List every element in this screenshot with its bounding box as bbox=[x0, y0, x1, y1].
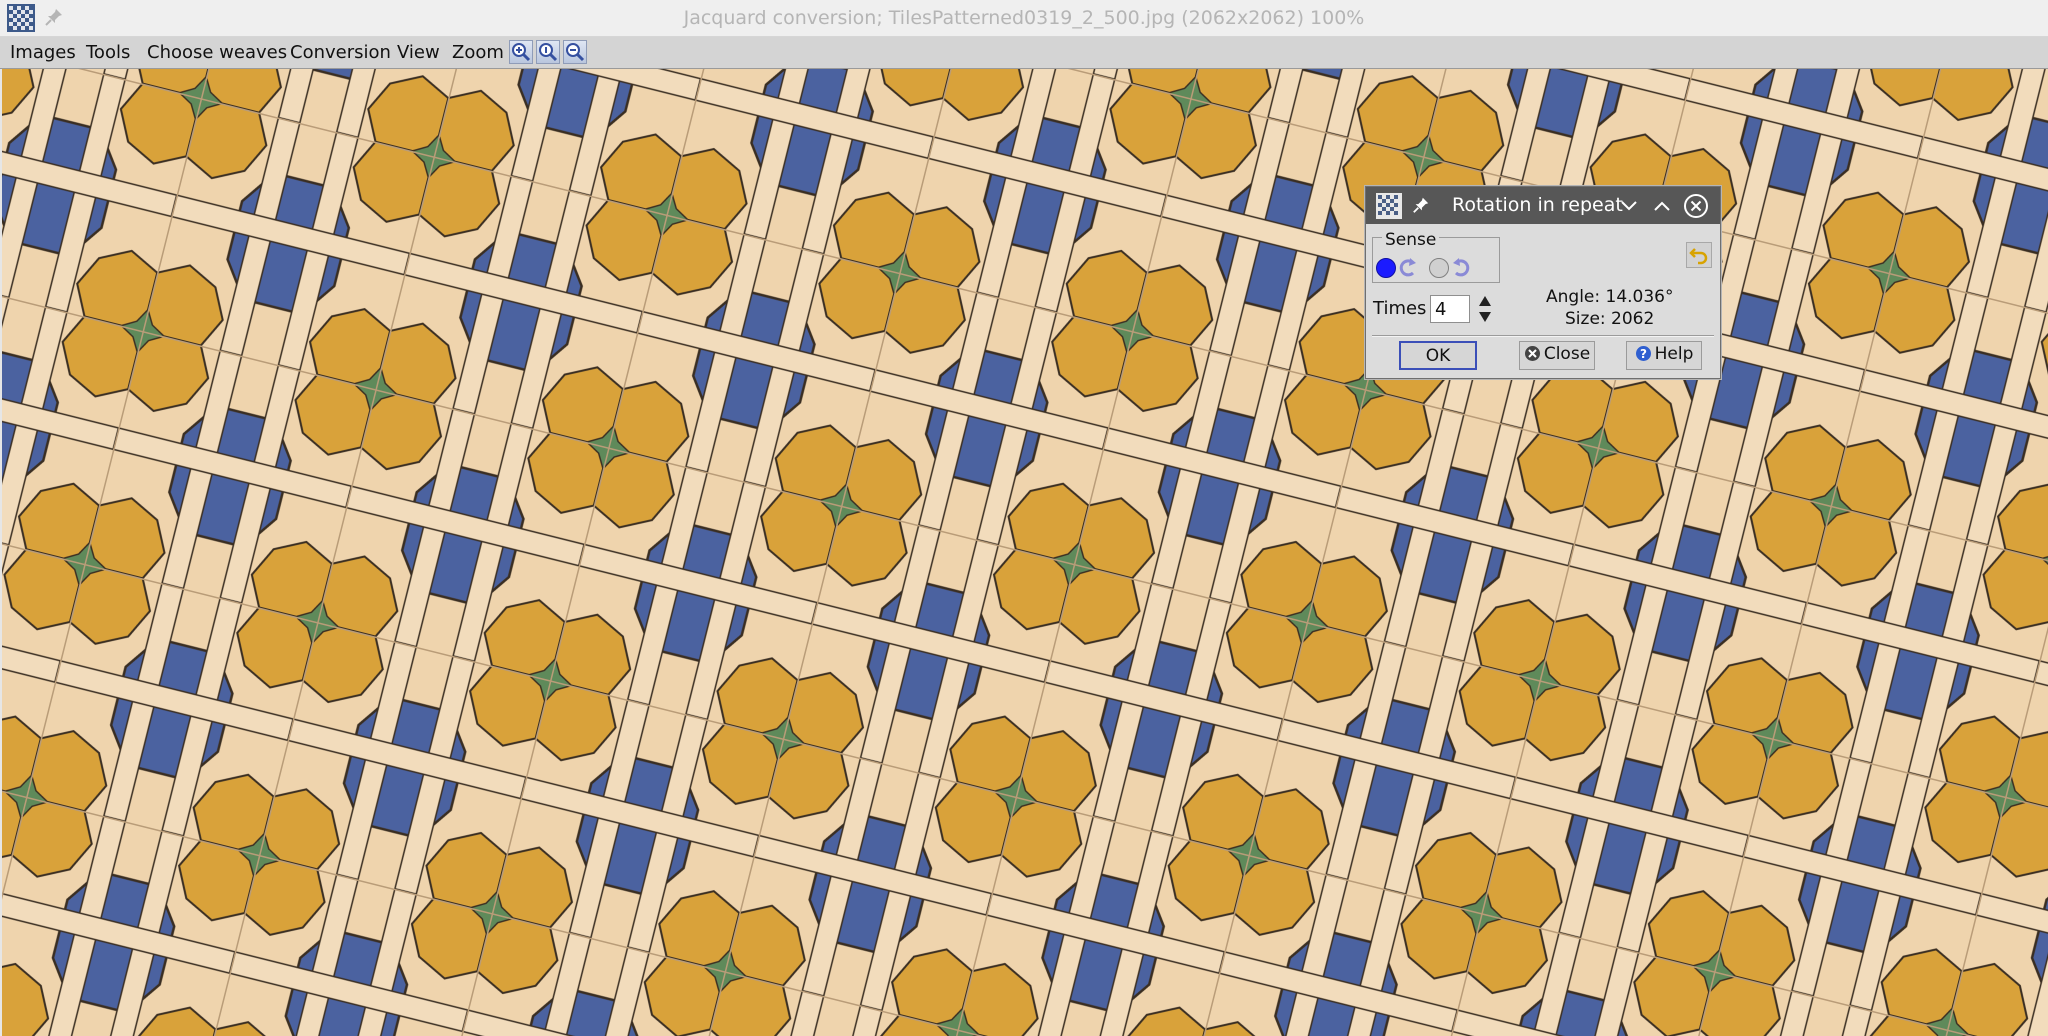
times-input[interactable] bbox=[1430, 295, 1470, 323]
zoom-actual-button[interactable] bbox=[536, 40, 560, 64]
ok-label: OK bbox=[1425, 345, 1451, 366]
close-circle-icon bbox=[1524, 346, 1540, 362]
dialog-titlebar[interactable]: Rotation in repeat bbox=[1366, 187, 1720, 224]
dialog-title: Rotation in repeat bbox=[1452, 194, 1623, 216]
svg-text:?: ? bbox=[1640, 347, 1647, 361]
tile-pattern-image bbox=[2, 69, 2048, 1036]
size-readout: Size: 2062 bbox=[1565, 309, 1655, 329]
rotate-cw-icon bbox=[1453, 258, 1470, 277]
help-label: Help bbox=[1654, 343, 1694, 364]
menu-choose-weaves[interactable]: Choose weaves bbox=[147, 42, 287, 63]
zoom-out-icon bbox=[566, 43, 585, 62]
radio-sense-ccw[interactable] bbox=[1376, 258, 1396, 278]
rotate-ccw-icon bbox=[1399, 258, 1416, 277]
menu-tools[interactable]: Tools bbox=[86, 42, 130, 63]
zoom-out-button[interactable] bbox=[563, 40, 587, 64]
close-label: Close bbox=[1543, 343, 1591, 364]
image-canvas[interactable] bbox=[2, 69, 2048, 1036]
menu-zoom[interactable]: Zoom bbox=[452, 42, 504, 63]
undo-button[interactable] bbox=[1686, 242, 1712, 268]
pin-icon[interactable] bbox=[1412, 196, 1430, 214]
close-icon[interactable] bbox=[1683, 193, 1709, 219]
times-label: Times bbox=[1373, 298, 1427, 319]
help-icon: ? bbox=[1635, 346, 1651, 362]
menu-view[interactable]: View bbox=[397, 42, 440, 63]
times-spinner[interactable] bbox=[1477, 294, 1493, 324]
app-icon bbox=[1376, 193, 1402, 219]
undo-icon bbox=[1689, 248, 1708, 265]
zoom-in-icon bbox=[512, 43, 531, 62]
sense-label: Sense bbox=[1382, 230, 1440, 250]
radio-sense-cw[interactable] bbox=[1429, 258, 1449, 278]
ok-button[interactable]: OK bbox=[1399, 341, 1477, 370]
menubar: Images Tools Choose weaves Conversion Vi… bbox=[0, 37, 2048, 69]
chevron-up-icon[interactable] bbox=[1651, 196, 1673, 216]
menu-images[interactable]: Images bbox=[10, 42, 76, 63]
menu-conversion[interactable]: Conversion bbox=[290, 42, 391, 63]
angle-readout: Angle: 14.036° bbox=[1546, 287, 1674, 307]
window-titlebar: Jacquard conversion; TilesPatterned0319_… bbox=[0, 0, 2048, 37]
dialog-separator bbox=[1372, 335, 1714, 337]
zoom-in-button[interactable] bbox=[509, 40, 533, 64]
help-button[interactable]: ? Help bbox=[1626, 341, 1702, 370]
close-button[interactable]: Close bbox=[1519, 341, 1595, 370]
zoom-actual-icon bbox=[539, 43, 558, 62]
rotation-dialog: Rotation in repeat Sense Times 4 Angle: … bbox=[1365, 186, 1721, 379]
window-title: Jacquard conversion; TilesPatterned0319_… bbox=[683, 7, 1365, 29]
chevron-down-icon[interactable] bbox=[1618, 196, 1640, 216]
